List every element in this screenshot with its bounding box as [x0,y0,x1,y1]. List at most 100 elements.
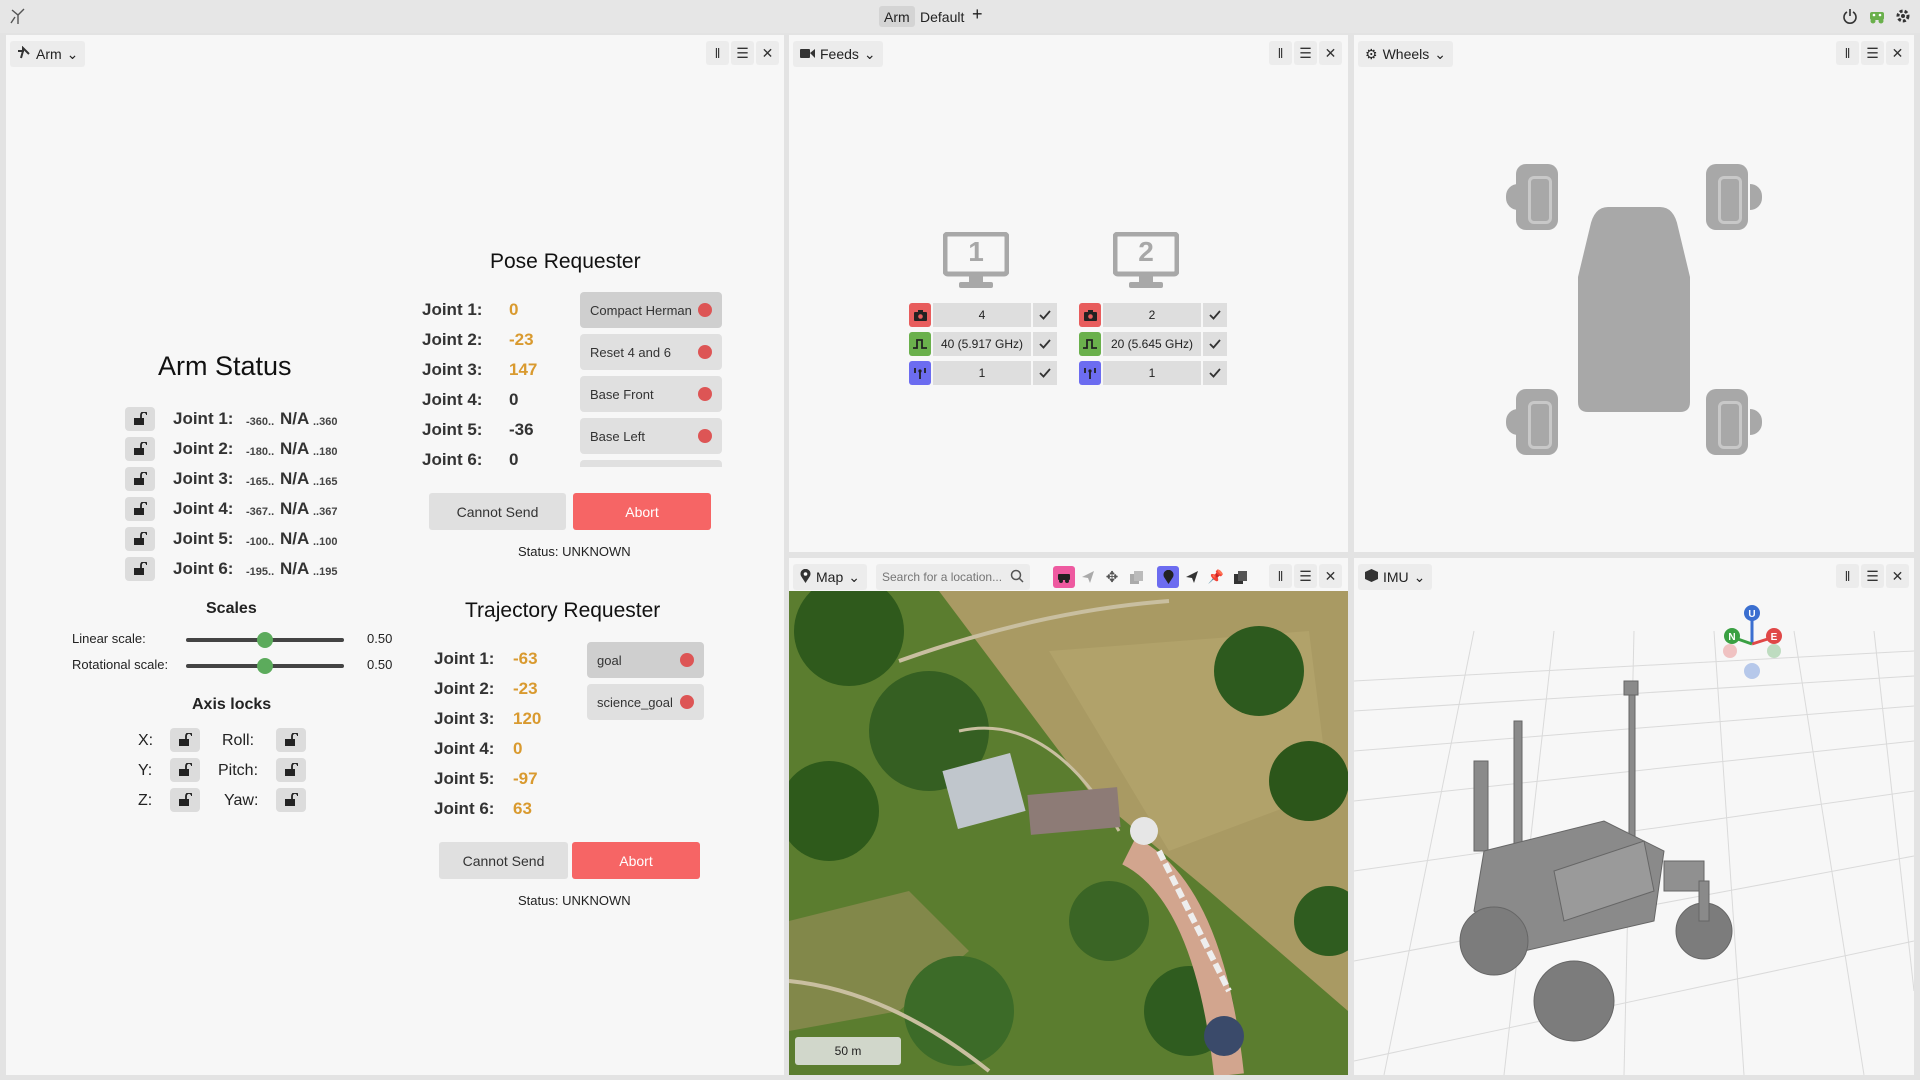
move-tool-button[interactable]: ✥ [1101,566,1123,588]
close-icon[interactable]: ✕ [1886,41,1909,65]
layers-tool-button[interactable] [1229,566,1251,588]
close-icon[interactable]: ✕ [1319,41,1342,65]
map-panel-dropdown[interactable]: Map ⌄ [793,564,867,590]
close-icon[interactable]: ✕ [1886,564,1909,588]
feed-antenna-input[interactable]: 1 [1103,361,1201,385]
power-icon[interactable] [1842,8,1858,29]
axis-roll-lock-button[interactable] [276,728,306,752]
pose-preset-button[interactable]: Reset 4 and 6 [580,334,722,370]
tab-arm[interactable]: Arm [879,6,915,27]
wheels-panel-dropdown[interactable]: ⚙ Wheels ⌄ [1358,41,1453,67]
axis-pitch-lock-button[interactable] [276,758,306,782]
tab-default[interactable]: Default [920,6,964,27]
pose-joint-value[interactable]: 0 [509,390,518,410]
pause-icon[interactable]: ‖ [1269,564,1292,588]
wheel-front-left[interactable] [1516,164,1558,230]
imu-panel-dropdown[interactable]: IMU ⌄ [1358,564,1433,590]
menu-icon[interactable]: ☰ [731,41,754,65]
wheel-rear-right[interactable] [1706,389,1748,455]
pose-joint-value[interactable]: 147 [509,360,537,380]
close-icon[interactable]: ✕ [1319,564,1342,588]
rotational-scale-slider[interactable] [186,658,344,674]
app-logo-icon [8,6,28,31]
pose-joint-value[interactable]: -36 [509,420,534,440]
robot-icon[interactable] [1868,8,1886,29]
linear-scale-slider[interactable] [186,632,344,648]
feed-frequency-input[interactable]: 20 (5.645 GHz) [1103,332,1201,356]
pose-send-button[interactable]: Cannot Send [429,493,566,530]
axis-y-lock-button[interactable] [170,758,200,782]
pin-tool-button[interactable] [1157,566,1179,588]
pushpin-tool-button[interactable]: 📌 [1205,566,1227,588]
send-waypoint-button[interactable] [1181,566,1203,588]
joint-lock-button[interactable] [125,557,155,581]
pause-icon[interactable]: ‖ [1836,564,1859,588]
menu-icon[interactable]: ☰ [1861,564,1884,588]
joint-lock-button[interactable] [125,527,155,551]
confirm-check-icon[interactable] [1203,303,1227,327]
imu-3d-view[interactable]: U N E [1354,591,1914,1075]
axis-yaw-lock-button[interactable] [276,788,306,812]
trajectory-preset-button[interactable]: goal [587,642,704,678]
trajectory-send-button[interactable]: Cannot Send [439,842,568,879]
menu-icon[interactable]: ☰ [1294,564,1317,588]
feed-frequency-input[interactable]: 40 (5.917 GHz) [933,332,1031,356]
pose-preset-button[interactable]: Compact Herman [580,292,722,328]
trajectory-joint-value[interactable]: -63 [513,649,538,669]
pause-icon[interactable]: ‖ [706,41,729,65]
trajectory-joint-value[interactable]: 120 [513,709,541,729]
feeds-panel-dropdown[interactable]: Feeds ⌄ [793,41,883,67]
rover-tool-button[interactable] [1053,566,1075,588]
map-search-input[interactable] [876,564,1002,590]
feed-monitor-icon: 1 [942,231,1010,290]
pose-preset-button[interactable]: Base Left [580,418,722,454]
rotational-scale-thumb[interactable] [257,658,273,674]
confirm-check-icon[interactable] [1033,361,1057,385]
joint-lock-button[interactable] [125,407,155,431]
pose-preset-button[interactable]: Base Front [580,376,722,412]
trajectory-joint-value[interactable]: -97 [513,769,538,789]
search-icon[interactable] [1010,569,1024,588]
tab-default-label: Default [920,8,965,25]
wheel-front-right[interactable] [1706,164,1748,230]
wheel-rear-left[interactable] [1516,389,1558,455]
add-tab-button[interactable]: + [972,4,983,25]
pose-joint-value[interactable]: -23 [509,330,534,350]
trajectory-joint-value[interactable]: -23 [513,679,538,699]
settings-gear-icon[interactable] [1894,7,1912,30]
joint-lock-button[interactable] [125,437,155,461]
joint-lock-button[interactable] [125,467,155,491]
trajectory-preset-button[interactable]: science_goal [587,684,704,720]
trajectory-joint-label: Joint 3: [434,709,495,728]
menu-icon[interactable]: ☰ [1861,41,1884,65]
menu-icon[interactable]: ☰ [1294,41,1317,65]
pose-joint-value[interactable]: 0 [509,300,518,320]
pose-preset-button[interactable] [580,460,722,467]
joint-lock-button[interactable] [125,497,155,521]
feed-monitor-number: 1 [968,236,984,267]
pose-abort-button[interactable]: Abort [573,493,711,530]
confirm-check-icon[interactable] [1203,361,1227,385]
feed-antenna-input[interactable]: 1 [933,361,1031,385]
pause-icon[interactable]: ‖ [1269,41,1292,65]
arm-panel-dropdown[interactable]: Arm ⌄ [10,41,86,67]
feed-camera-input[interactable]: 4 [933,303,1031,327]
pose-joint-value[interactable]: 0 [509,450,518,470]
axis-x-lock-button[interactable] [170,728,200,752]
trajectory-abort-button[interactable]: Abort [572,842,700,879]
copy-tool-button[interactable] [1125,566,1147,588]
confirm-check-icon[interactable] [1203,332,1227,356]
axis-z-lock-button[interactable] [170,788,200,812]
pause-icon[interactable]: ‖ [1836,41,1859,65]
trajectory-joint-value[interactable]: 63 [513,799,532,819]
imu-panel-title: IMU [1383,569,1409,585]
close-icon[interactable]: ✕ [756,41,779,65]
satellite-map-view[interactable]: 50 m [789,591,1348,1075]
linear-scale-thumb[interactable] [257,632,273,648]
copy-icon [1129,570,1143,584]
trajectory-joint-value[interactable]: 0 [513,739,522,759]
feed-camera-input[interactable]: 2 [1103,303,1201,327]
confirm-check-icon[interactable] [1033,303,1057,327]
send-tool-button[interactable] [1077,566,1099,588]
confirm-check-icon[interactable] [1033,332,1057,356]
